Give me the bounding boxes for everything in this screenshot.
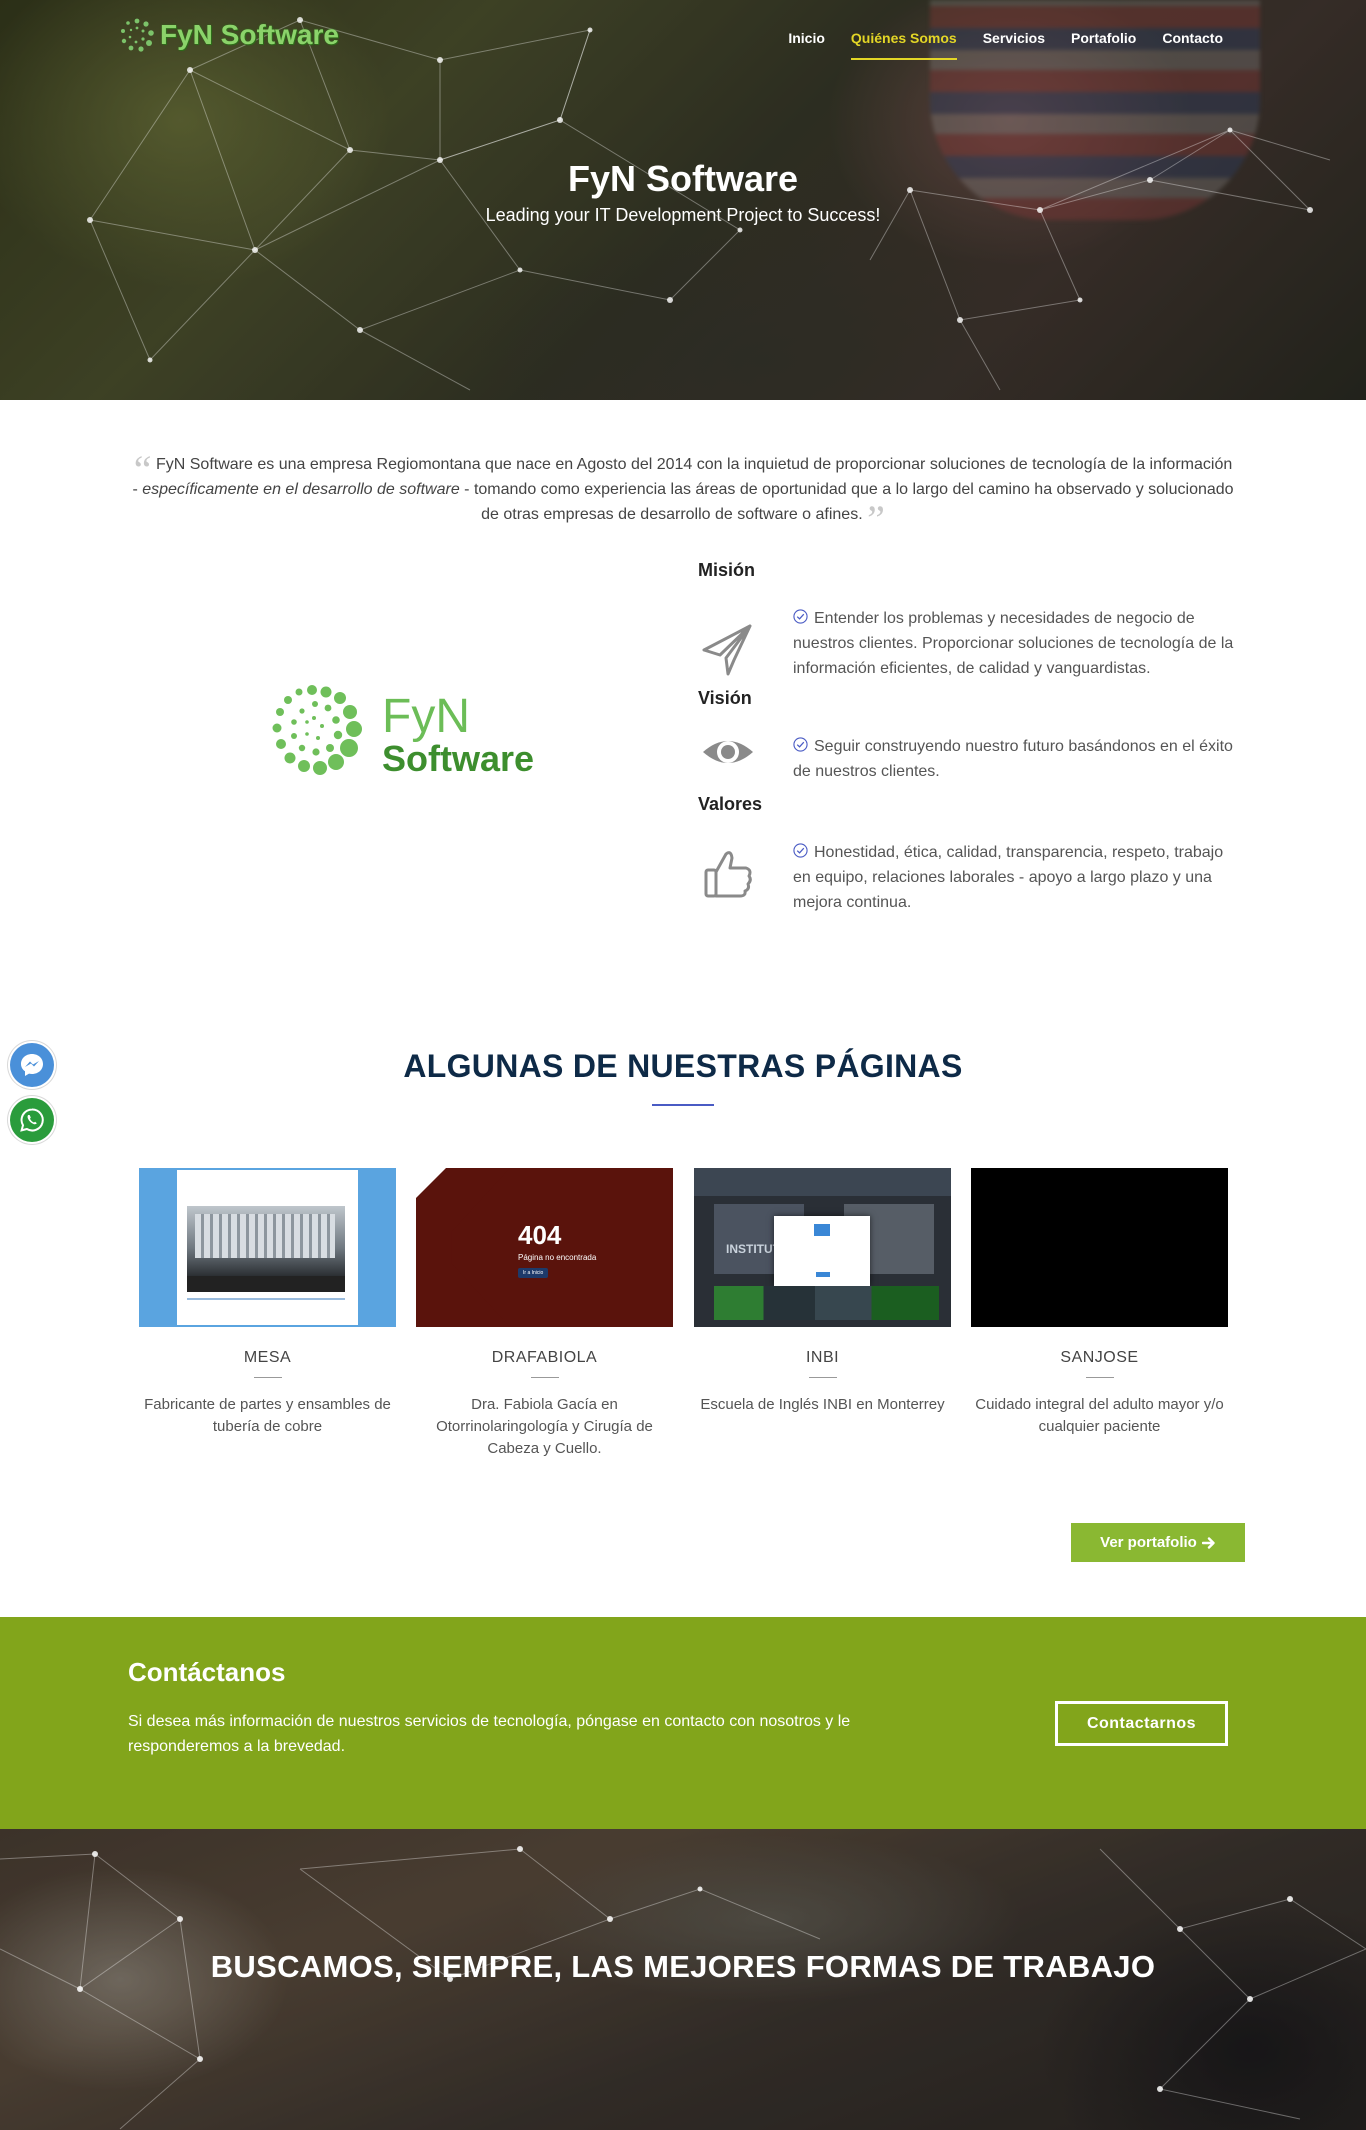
- thumbs-up-icon: [704, 851, 752, 898]
- card-title: MESA: [243, 1349, 292, 1366]
- portfolio-section-title: ALGUNAS DE NUESTRAS PÁGINAS: [403, 1048, 963, 1084]
- card-description: Dra. Fabiola Gacía en Otorrinolaringolog…: [436, 1396, 653, 1457]
- hero-subtitle: Leading your IT Development Project to S…: [485, 205, 881, 225]
- thumbnail-sanjose[interactable]: [971, 1168, 1228, 1327]
- card-title: SANJOSE: [1060, 1349, 1139, 1366]
- hero-banner: FyN Software Inicio Quiénes Somos Servic…: [0, 0, 1366, 400]
- footer-banner-title: BUSCAMOS, SIEMPRE, LAS MEJORES FORMAS DE…: [210, 1949, 1156, 1984]
- thumbnail-inbi[interactable]: INSTITUTO: [694, 1168, 951, 1327]
- messenger-icon: [21, 1054, 43, 1076]
- thumb-404-text: 404: [518, 1220, 562, 1250]
- valores-title: Valores: [698, 794, 763, 814]
- contact-section: Contáctanos Si desea más información de …: [0, 1617, 1366, 1829]
- valores-block: Valores Honestidad, ética, calidad, tran…: [698, 794, 1238, 924]
- contact-text: Si desea más información de nuestros ser…: [128, 1713, 851, 1755]
- about-quote-emphasis: específicamente en el desarrollo de soft…: [142, 481, 460, 498]
- mision-title: Misión: [698, 560, 755, 580]
- logo-fyn-text: FyN: [382, 690, 470, 743]
- card-title: DRAFABIOLA: [491, 1349, 598, 1366]
- nav-contacto[interactable]: Contacto: [1162, 30, 1223, 60]
- portfolio-card-drafabiola[interactable]: 404 Página no encontrada Ir a Inicio DRA…: [416, 1168, 673, 1460]
- valores-text: Honestidad, ética, calidad, transparenci…: [793, 844, 1224, 911]
- messenger-button[interactable]: [10, 1043, 54, 1087]
- about-quote: “ FyN Software es una empresa Regiomonta…: [132, 447, 1234, 542]
- contactarnos-button[interactable]: Contactarnos: [1055, 1701, 1228, 1746]
- fyn-dots-logo-icon: [121, 18, 154, 52]
- nav-servicios[interactable]: Servicios: [983, 30, 1045, 60]
- thumbnail-mesa[interactable]: [139, 1168, 396, 1327]
- vision-text: Seguir construyendo nuestro futuro basán…: [793, 738, 1233, 780]
- vision-title: Visión: [698, 688, 752, 708]
- whatsapp-button[interactable]: [10, 1098, 54, 1142]
- main-nav: Inicio Quiénes Somos Servicios Portafoli…: [788, 30, 1223, 60]
- nav-portafolio[interactable]: Portafolio: [1071, 30, 1136, 60]
- portfolio-card-inbi[interactable]: INSTITUTO INBI Escuela de Inglés INBI en…: [694, 1168, 951, 1416]
- check-circle-icon: [793, 609, 808, 624]
- check-circle-icon: [793, 737, 808, 752]
- mision-text: Entender los problemas y necesidades de …: [793, 610, 1234, 677]
- fyn-company-logo: FyN Software: [250, 680, 570, 810]
- ver-portafolio-button[interactable]: Ver portafolio: [1071, 1523, 1245, 1562]
- hero-title: FyN Software: [567, 158, 799, 199]
- whatsapp-icon: [20, 1108, 44, 1132]
- thumbnail-drafabiola[interactable]: 404 Página no encontrada Ir a Inicio: [416, 1168, 673, 1327]
- card-title: INBI: [805, 1349, 840, 1366]
- portfolio-card-sanjose[interactable]: SANJOSE Cuidado integral del adulto mayo…: [971, 1168, 1228, 1438]
- mision-block: Misión Entender los problemas y necesida…: [698, 560, 1238, 690]
- contact-title: Contáctanos: [128, 1657, 286, 1687]
- eye-icon: [703, 741, 753, 763]
- vision-block: Visión Seguir construyendo nuestro futur…: [698, 688, 1238, 793]
- brand-logo[interactable]: FyN Software: [120, 18, 339, 52]
- paper-plane-icon: [702, 624, 752, 676]
- arrow-right-icon: [1201, 1536, 1215, 1549]
- card-description: Fabricante de partes y ensambles de tube…: [144, 1396, 391, 1435]
- portfolio-card-mesa[interactable]: MESA Fabricante de partes y ensambles de…: [139, 1168, 396, 1438]
- check-circle-icon: [793, 843, 808, 858]
- card-description: Cuidado integral del adulto mayor y/o cu…: [975, 1396, 1224, 1435]
- close-quote-icon: ”: [867, 497, 885, 542]
- nav-quienes-somos[interactable]: Quiénes Somos: [850, 30, 957, 60]
- network-lines-decoration: [87, 17, 1331, 391]
- nav-inicio[interactable]: Inicio: [788, 30, 825, 60]
- logo-software-text: Software: [382, 738, 535, 779]
- brand-name: FyN Software: [160, 19, 339, 50]
- open-quote-icon: “: [133, 447, 152, 492]
- title-underline: [652, 1104, 714, 1106]
- card-description: Escuela de Inglés INBI en Monterrey: [700, 1396, 945, 1413]
- page: FyN Software Inicio Quiénes Somos Servic…: [0, 0, 1366, 2130]
- footer-banner: BUSCAMOS, SIEMPRE, LAS MEJORES FORMAS DE…: [0, 1829, 1366, 2130]
